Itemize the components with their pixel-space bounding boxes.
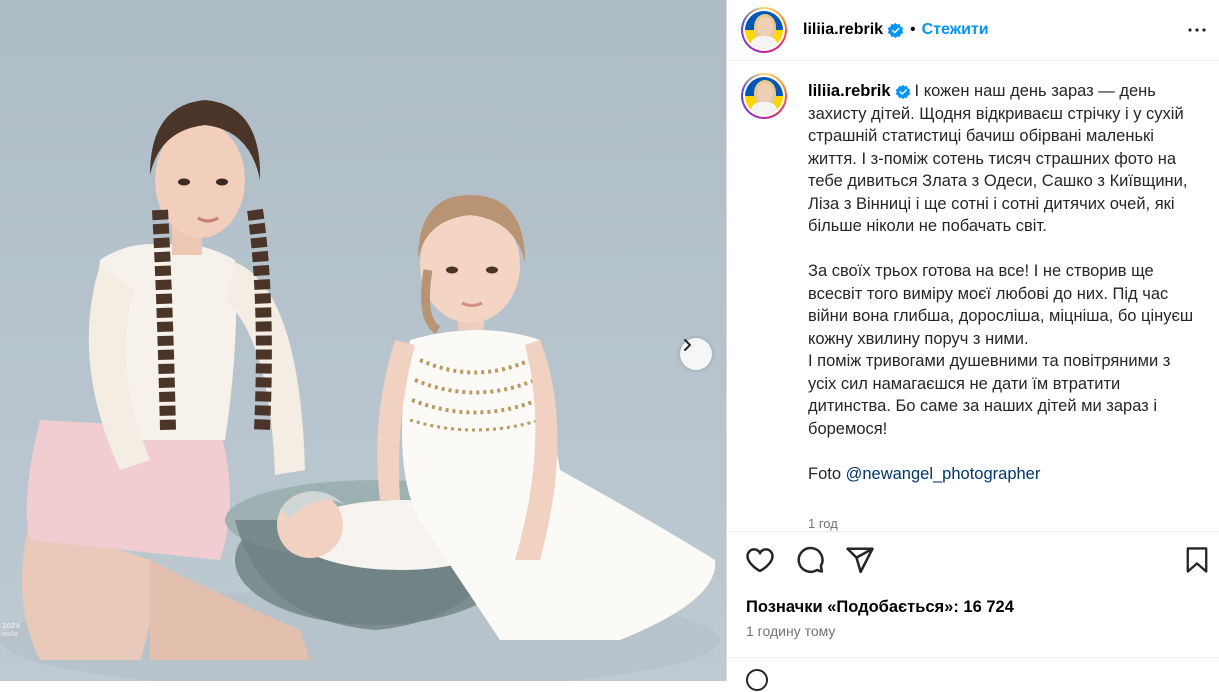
actions-divider bbox=[727, 531, 1219, 532]
share-icon[interactable] bbox=[845, 545, 875, 575]
caption-body: І кожен наш день зараз — день захисту ді… bbox=[808, 82, 1194, 483]
likes-count[interactable]: Позначки «Подобається»: 16 724 bbox=[746, 598, 1014, 617]
header-avatar[interactable] bbox=[741, 7, 787, 53]
heart-icon[interactable] bbox=[745, 545, 775, 575]
post-side-panel: liliia.rebrik • Стежити liliia.rebrik І … bbox=[727, 0, 1219, 691]
comment-input-row bbox=[745, 668, 769, 692]
comment-icon[interactable] bbox=[795, 545, 825, 575]
post-actions bbox=[745, 545, 875, 575]
emoji-icon[interactable] bbox=[745, 668, 769, 692]
chevron-right-icon bbox=[684, 339, 691, 351]
photo-watermark: 2024 asila bbox=[2, 622, 20, 638]
photographer-mention-link[interactable]: @newangel_photographer bbox=[846, 465, 1041, 483]
caption-text: liliia.rebrik І кожен наш день зараз — де… bbox=[808, 80, 1198, 485]
header-dot-separator: • bbox=[910, 21, 916, 38]
comment-divider bbox=[727, 657, 1219, 658]
post-timestamp[interactable]: 1 годину тому bbox=[746, 623, 835, 639]
photo-illustration bbox=[0, 100, 720, 681]
post-header: liliia.rebrik • Стежити bbox=[727, 0, 1219, 61]
carousel-next-button[interactable] bbox=[680, 338, 712, 370]
caption-age[interactable]: 1 год bbox=[808, 516, 838, 531]
verified-badge-icon bbox=[887, 22, 904, 39]
post-photo[interactable]: 2024 asila bbox=[0, 0, 726, 681]
header-username[interactable]: liliia.rebrik bbox=[803, 21, 883, 39]
caption-username[interactable]: liliia.rebrik bbox=[808, 82, 891, 100]
follow-button[interactable]: Стежити bbox=[922, 21, 989, 39]
caption-avatar[interactable] bbox=[741, 73, 787, 119]
bookmark-icon[interactable] bbox=[1183, 545, 1211, 575]
more-options-icon[interactable] bbox=[1185, 18, 1209, 42]
verified-badge-icon bbox=[895, 84, 911, 100]
